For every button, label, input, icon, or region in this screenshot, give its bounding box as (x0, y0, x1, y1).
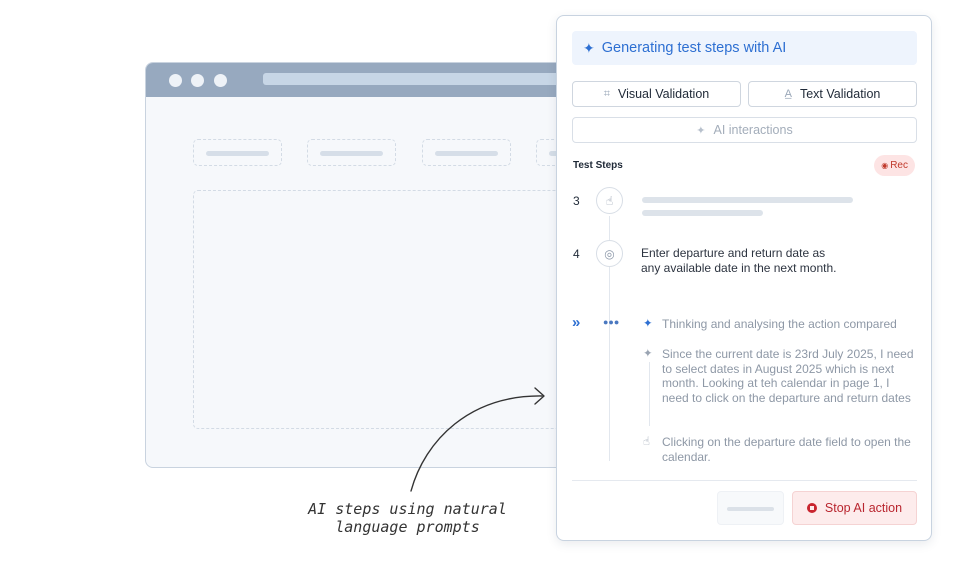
generating-title: Generating test steps with AI (601, 40, 787, 56)
placeholder-content-area (193, 190, 584, 429)
text-icon: A̲ (784, 88, 792, 100)
rec-label: Rec (890, 160, 908, 171)
stop-ai-action-button[interactable]: Stop AI action (792, 491, 917, 525)
rec-badge[interactable]: ◉ Rec (874, 155, 915, 176)
step-number: 4 (573, 247, 580, 261)
secondary-button-placeholder[interactable] (717, 491, 784, 525)
text-validation-button[interactable]: A̲ Text Validation (748, 81, 917, 107)
generating-header: ✦ Generating test steps with AI (572, 31, 917, 65)
step-number: 3 (573, 194, 580, 208)
url-bar-placeholder (263, 73, 584, 85)
window-dot (214, 74, 227, 87)
sparkle-icon: ✦ (643, 318, 653, 330)
dots-loading-icon: ●●● (603, 317, 620, 327)
visual-validation-label: Visual Validation (617, 87, 710, 101)
stop-icon (806, 503, 817, 513)
placeholder-tab (193, 139, 282, 166)
sparkle-icon: ✦ (583, 39, 595, 56)
sparkle-icon: ✦ (696, 124, 706, 137)
annotation-caption: AI steps using natural language prompts (308, 500, 507, 536)
chevrons-right-icon: » (572, 314, 580, 331)
text-validation-label: Text Validation (799, 87, 881, 101)
test-steps-heading: Test Steps (573, 160, 623, 171)
window-dot (191, 74, 204, 87)
sparkle-icon: ✦ (643, 348, 653, 360)
thinking-action: ☝ Clicking on the departure date field t… (643, 435, 915, 464)
scan-icon: ⌗ (603, 87, 610, 100)
thinking-text: Thinking and analysing the action compar… (662, 317, 897, 331)
record-icon: ◉ (881, 161, 889, 170)
step-description: Enter departure and return date as any a… (641, 246, 837, 275)
step-skeleton-line (642, 197, 853, 203)
background-browser-window (145, 62, 585, 468)
stop-ai-action-label: Stop AI action (824, 501, 903, 515)
thinking-status: ✦ Thinking and analysing the action comp… (643, 317, 918, 332)
placeholder-tab (422, 139, 511, 166)
browser-title-bar (146, 63, 584, 97)
tap-icon: ☝ (596, 187, 623, 214)
thinking-reasoning: ✦ Since the current date is 23rd July 20… (643, 347, 915, 405)
cursor-click-icon: ◎ (596, 240, 623, 267)
tap-icon: ☝ (643, 436, 651, 448)
ai-interactions-label: AI interactions (713, 123, 793, 137)
step-skeleton-line (642, 210, 763, 216)
placeholder-tab (307, 139, 396, 166)
ai-interactions-button[interactable]: ✦ AI interactions (572, 117, 917, 143)
footer-divider (572, 480, 917, 481)
reasoning-text: Since the current date is 23rd July 2025… (662, 347, 914, 405)
window-dot (169, 74, 182, 87)
ai-test-steps-panel: ✦ Generating test steps with AI ⌗ Visual… (556, 15, 932, 541)
visual-validation-button[interactable]: ⌗ Visual Validation (572, 81, 741, 107)
action-text: Clicking on the departure date field to … (662, 435, 911, 464)
